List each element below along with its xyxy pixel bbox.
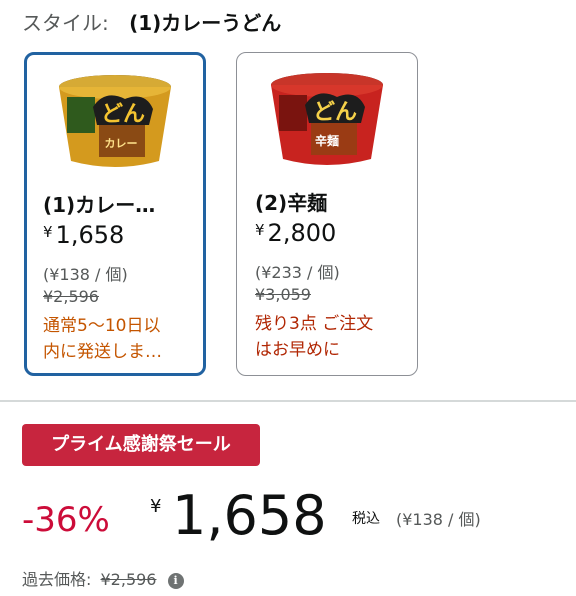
- style-option-curry-udon[interactable]: どん カレー (1)カレー… ¥1,658 (¥138 / 個) ¥2,596 …: [24, 52, 206, 376]
- info-icon[interactable]: i: [167, 573, 184, 589]
- deal-price: 1,658: [172, 484, 327, 547]
- style-selector-label: スタイル: (1)カレーうどん: [22, 8, 281, 38]
- past-price-row: 過去価格: ¥2,596 i: [22, 566, 184, 590]
- cup-logo-text: どん: [101, 102, 145, 127]
- currency-symbol: ¥: [43, 223, 53, 241]
- style-option-karamen[interactable]: どん 辛麺 (2)辛麺 ¥2,800 (¥233 / 個) ¥3,059 残り3…: [236, 52, 418, 376]
- option-name: (2)辛麺: [255, 191, 328, 215]
- availability-line: 残り3点 ご注文: [255, 314, 374, 334]
- option-list-price: ¥2,596: [43, 287, 99, 306]
- discount-percent: -36%: [22, 500, 110, 540]
- past-price-label: 過去価格:: [22, 570, 92, 589]
- availability-line: 内に発送しま…: [43, 342, 162, 362]
- option-availability: 残り3点 ご注文 はお早めに: [255, 311, 415, 363]
- karamen-cup-image: どん 辛麺: [271, 73, 383, 165]
- option-list-price: ¥3,059: [255, 285, 311, 304]
- option-unit-price: (¥138 / 個): [43, 265, 128, 284]
- section-divider: [0, 400, 576, 402]
- option-unit-price: (¥233 / 個): [255, 263, 340, 282]
- price-value: 1,658: [55, 221, 125, 249]
- tax-included-label: 税込: [352, 511, 380, 527]
- selected-style-value: (1)カレーうどん: [129, 11, 282, 35]
- deal-unit-price: (¥138 / 個): [396, 510, 481, 529]
- past-price-value: ¥2,596: [100, 570, 157, 589]
- deal-badge: プライム感謝祭セール: [22, 424, 260, 466]
- option-price: ¥2,800: [255, 219, 336, 247]
- style-label: スタイル:: [22, 11, 109, 35]
- availability-line: はお早めに: [255, 340, 340, 360]
- cup-logo-sub: 辛麺: [315, 133, 339, 148]
- currency-symbol: ¥: [255, 221, 265, 239]
- currency-symbol: ¥: [150, 496, 162, 517]
- cup-logo-text: どん: [313, 100, 357, 125]
- price-value: 2,800: [267, 219, 337, 247]
- availability-line: 通常5〜10日以: [43, 316, 161, 336]
- curry-udon-cup-image: どん カレー: [59, 75, 171, 167]
- option-name: (1)カレー…: [43, 193, 156, 217]
- option-availability: 通常5〜10日以 内に発送しま…: [43, 313, 203, 365]
- option-price: ¥1,658: [43, 221, 124, 249]
- cup-logo-sub: カレー: [105, 137, 138, 150]
